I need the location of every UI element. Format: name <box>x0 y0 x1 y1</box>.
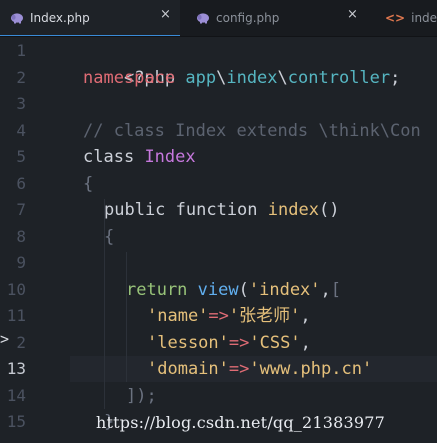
code-editor[interactable]: 1 2 3 4 5 6 7 8 9 10 11 2 13 14 15 > <?p… <box>0 37 437 443</box>
tab-bar: Index.php × config.php × <> index.h <box>0 0 437 37</box>
paren: ( <box>238 279 249 300</box>
string-literal: 'index' <box>248 279 321 300</box>
line-number: 14 <box>6 385 26 405</box>
line-number-current: 13 <box>6 359 26 378</box>
comma: , <box>300 306 311 326</box>
php-elephant-icon <box>197 13 209 24</box>
fold-chevron-icon[interactable]: > <box>0 330 9 348</box>
code-line: namespace app\index\controller; <box>83 65 400 92</box>
tab-label: config.php <box>216 11 280 25</box>
line-number: 4 <box>16 120 26 140</box>
line-number: 10 <box>6 279 26 299</box>
arrow-operator: => <box>208 306 229 326</box>
namespace-separator: \ <box>277 67 288 88</box>
line-number: 8 <box>16 226 26 246</box>
code-line: return view('index',[ <box>126 277 341 304</box>
code-line: 'lesson'=>'CSS', <box>147 330 311 357</box>
array-key: 'name' <box>147 306 209 326</box>
tab-index-html[interactable]: <> index.h <box>365 0 437 36</box>
namespace-separator: \ <box>216 67 227 88</box>
line-number: 11 <box>6 306 26 325</box>
code-line: public function index() <box>104 197 339 224</box>
namespace-segment: index <box>226 67 278 88</box>
keyword: return <box>126 279 188 300</box>
class-name: Index <box>144 147 196 167</box>
open-brace: { <box>104 226 115 247</box>
line-number: 6 <box>16 173 26 193</box>
html-code-icon: <> <box>385 11 406 25</box>
function-call: view <box>197 279 239 300</box>
code-line: <?php <box>83 38 175 88</box>
open-brace: { <box>83 173 94 194</box>
watermark: https://blog.csdn.net/qq_21383977 <box>96 413 386 432</box>
close-icon[interactable]: × <box>160 8 171 22</box>
line-number: 1 <box>16 41 26 60</box>
line-number: 3 <box>16 94 26 113</box>
keyword: class <box>83 147 135 167</box>
tab-config-php[interactable]: config.php × <box>180 0 365 36</box>
namespace-segment: app <box>185 67 217 88</box>
bracket: [ <box>330 279 342 300</box>
comma: , <box>320 279 331 300</box>
code-comment: // class Index extends \think\Con <box>83 120 421 141</box>
comma: , <box>300 332 311 353</box>
tab-label: Index.php <box>30 11 90 25</box>
namespace-segment: controller <box>287 67 391 88</box>
arrow-operator: => <box>228 332 250 353</box>
array-value: 'www.php.cn' <box>249 359 373 379</box>
line-number: 15 <box>6 412 26 431</box>
code-line: 'name'=>'张老师', <box>147 303 311 330</box>
arrow-operator: => <box>228 359 250 379</box>
line-number-gutter: 1 2 3 4 5 6 7 8 9 10 11 2 13 14 15 <box>0 37 60 443</box>
array-value: 'CSS' <box>249 332 301 353</box>
array-key: 'domain' <box>147 359 229 379</box>
line-number: 9 <box>16 253 26 272</box>
parentheses: () <box>318 200 340 220</box>
php-elephant-icon <box>11 13 23 24</box>
close-bracket: ]); <box>126 385 157 406</box>
semicolon: ; <box>390 67 401 88</box>
array-value: '张老师' <box>228 306 301 326</box>
line-number: 5 <box>16 147 26 166</box>
keyword: public function <box>104 200 258 220</box>
tab-label: index.h <box>411 11 437 25</box>
line-number: 7 <box>16 200 26 219</box>
indent-guide <box>126 252 127 382</box>
line-number: 2 <box>16 67 26 87</box>
function-name: index <box>267 200 319 220</box>
close-icon[interactable]: × <box>347 8 358 22</box>
code-line: 'domain'=>'www.php.cn' <box>147 356 372 383</box>
tab-index-php[interactable]: Index.php × <box>0 0 180 36</box>
code-line: class Index <box>83 144 196 171</box>
array-key: 'lesson' <box>147 332 229 353</box>
keyword: namespace <box>83 67 176 88</box>
